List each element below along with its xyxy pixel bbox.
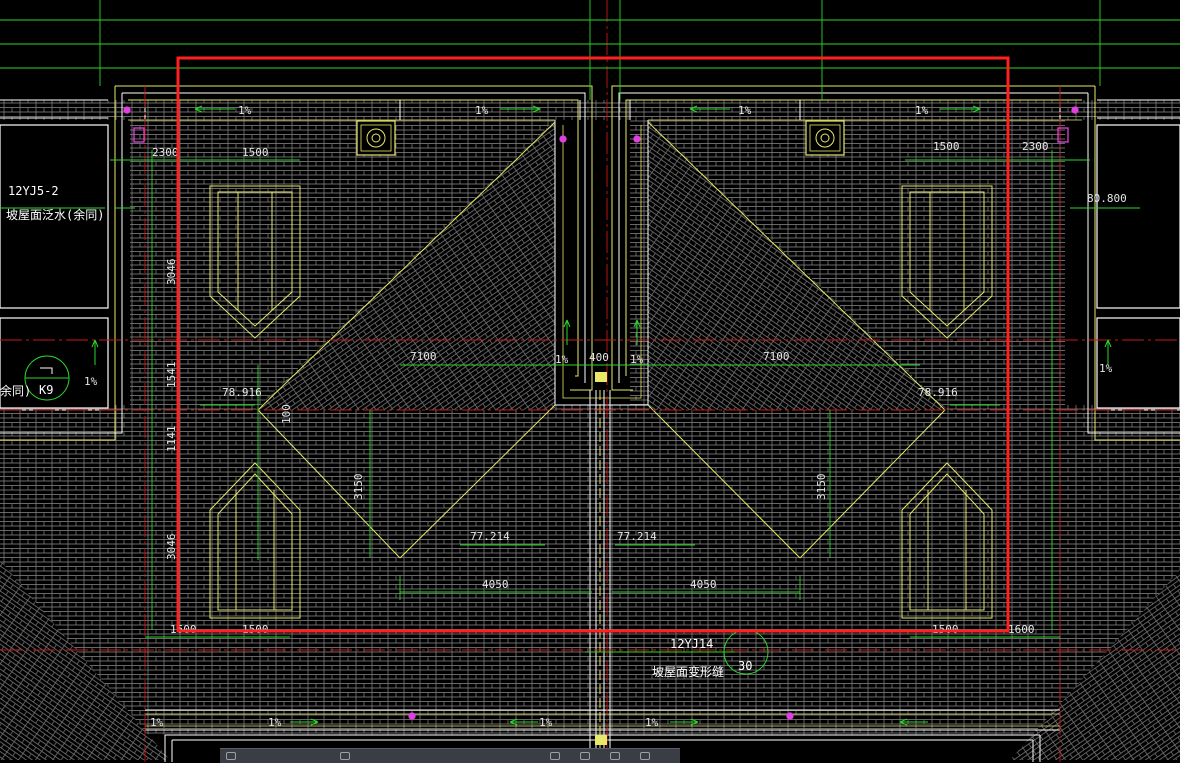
detail-number-k9: K9 (39, 383, 53, 397)
slope-label: 1% (1099, 362, 1113, 375)
slope-label: 1% (150, 716, 164, 729)
dimension-label: 1600 (1008, 623, 1035, 636)
dimension-label: 2300 (1022, 140, 1049, 153)
toolbar-button[interactable] (340, 752, 350, 760)
slope-label: 1% (238, 104, 252, 117)
flashing-note-partial: 余同) (0, 383, 31, 398)
slope-label: 1% (915, 104, 929, 117)
dimension-label: 3046 (165, 534, 178, 561)
dimension-label: 4050 (690, 578, 717, 591)
roof-vent-cap-left (356, 120, 396, 156)
slope-label: 1% (84, 375, 98, 388)
dimension-label: 7100 (410, 350, 437, 363)
dimension-label: 4050 (482, 578, 509, 591)
standard-reference: 12YJ14 (670, 637, 713, 651)
dimension-label: 1541 (165, 362, 178, 389)
dimension-label: 1500 (933, 140, 960, 153)
standard-reference: 12YJ5-2 (8, 184, 59, 198)
dimension-label: 3150 (815, 474, 828, 501)
expansion-joint-note: 坡屋面变形缝 (652, 664, 724, 679)
dimension-label: 1141 (165, 426, 178, 453)
dimension-label: 2300 (152, 146, 179, 159)
flashing-note: 坡屋面泛水(余同) (6, 207, 104, 222)
cad-drawing-canvas[interactable]: 1% 1% 1% 1% 1% 1% 1% 1% 1% 1% 1% 1% 2300… (0, 0, 1180, 762)
toolbar-button[interactable] (610, 752, 620, 760)
toolbar-button[interactable] (580, 752, 590, 760)
slope-label: 1% (555, 353, 569, 366)
toolbar-button[interactable] (640, 752, 650, 760)
dimension-label: 3150 (352, 474, 365, 501)
elevation-label: 80.800 (1087, 192, 1127, 205)
slope-label: 1% (738, 104, 752, 117)
elevation-label: 78.916 (918, 386, 958, 399)
dimension-label: 7100 (763, 350, 790, 363)
roof-vent-cap-right (805, 120, 845, 156)
slope-label: 1% (475, 104, 489, 117)
bottom-toolbar (220, 748, 680, 763)
elevation-label: 77.214 (470, 530, 510, 543)
slope-label: 1% (539, 716, 553, 729)
dimension-label: 1500 (242, 146, 269, 159)
slope-label: 1% (645, 716, 659, 729)
slope-label: 1% (630, 353, 644, 366)
toolbar-button[interactable] (226, 752, 236, 760)
dimension-label: 400 (589, 351, 609, 364)
slope-label: 1% (268, 716, 282, 729)
dimension-label: 3046 (165, 259, 178, 286)
dimension-label: 100 (280, 404, 293, 424)
elevation-label: 78.916 (222, 386, 262, 399)
elevation-label: 77.214 (617, 530, 657, 543)
toolbar-button[interactable] (550, 752, 560, 760)
detail-number-30: 30 (738, 659, 752, 673)
